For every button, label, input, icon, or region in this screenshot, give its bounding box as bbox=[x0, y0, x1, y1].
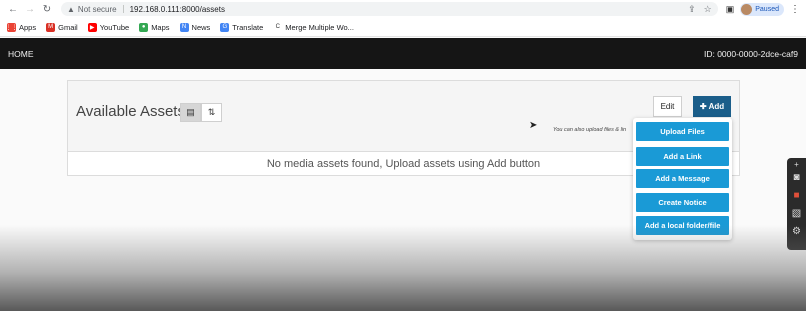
bookmark-item[interactable]: G Translate bbox=[220, 22, 264, 32]
add-link-item[interactable]: Add a Link bbox=[636, 147, 729, 166]
mouse-cursor-icon: ➤ bbox=[529, 120, 538, 131]
profile-button[interactable]: Paused bbox=[740, 2, 784, 16]
sort-view-button[interactable]: ⇅ bbox=[201, 103, 222, 122]
address-divider bbox=[122, 5, 124, 13]
back-arrow-icon[interactable]: ← bbox=[6, 4, 20, 15]
home-link[interactable]: HOME bbox=[8, 49, 34, 59]
settings-gear-icon[interactable]: ⚙ bbox=[792, 222, 801, 240]
bookmark-item[interactable]: ● Maps bbox=[139, 22, 170, 32]
table-view-icon: ▤ bbox=[186, 107, 195, 117]
bookmark-label: Merge Multiple Wo... bbox=[285, 22, 354, 32]
bookmark-label: Gmail bbox=[58, 22, 78, 32]
table-view-button[interactable]: ▤ bbox=[180, 103, 201, 122]
address-bar[interactable]: ▲ Not secure 192.168.0.111:8000/assets ⇪… bbox=[61, 2, 718, 16]
add-message-item[interactable]: Add a Message bbox=[636, 169, 729, 188]
plus-icon[interactable]: + bbox=[794, 160, 799, 169]
video-record-icon[interactable]: ■ bbox=[793, 186, 799, 204]
browser-toolbar: ← → ↻ ▲ Not secure 192.168.0.111:8000/as… bbox=[0, 0, 806, 18]
page-title: Available Assets bbox=[76, 103, 185, 120]
bookmark-label: Apps bbox=[19, 22, 37, 32]
star-icon[interactable]: ☆ bbox=[704, 4, 712, 15]
bookmark-item[interactable]: ▶ YouTube bbox=[87, 22, 130, 32]
camera-icon[interactable]: ◙ bbox=[793, 168, 799, 186]
gallery-icon[interactable]: ▧ bbox=[792, 204, 801, 222]
create-notice-item[interactable]: Create Notice bbox=[636, 193, 729, 212]
add-button[interactable]: ✚ Add bbox=[693, 96, 731, 117]
bookmark-label: Translate bbox=[232, 22, 264, 32]
plus-icon: ✚ bbox=[699, 102, 707, 111]
forward-arrow-icon[interactable]: → bbox=[23, 4, 37, 15]
gmail-icon: M bbox=[46, 22, 56, 32]
url-text[interactable]: 192.168.0.111:8000/assets bbox=[130, 5, 225, 14]
bookmarks-bar: ⋮⋮ Apps M Gmail ▶ YouTube ● Maps N News G Translate… bbox=[0, 18, 806, 37]
bookmark-item[interactable]: M Gmail bbox=[46, 22, 78, 32]
bookmark-label: Maps bbox=[151, 22, 170, 32]
bookmark-item[interactable]: ⋮⋮ Apps bbox=[5, 22, 37, 32]
upload-hint-text: You can also upload files & lin bbox=[553, 127, 627, 133]
sort-order-icon: ⇅ bbox=[207, 107, 216, 117]
view-toggle: ▤ ⇅ bbox=[180, 103, 222, 122]
device-id-label: ID: 0000-0000-2dce-caf9 bbox=[703, 48, 798, 59]
add-dropdown-menu: Upload Files Add a Link Add a Message Creat… bbox=[633, 118, 732, 240]
add-button-label: Add bbox=[708, 102, 725, 111]
bookmark-item[interactable]: C Merge Multiple Wo... bbox=[273, 23, 354, 32]
side-panel-icon[interactable]: ▣ bbox=[726, 4, 735, 15]
add-local-folder-item[interactable]: Add a local folder/file bbox=[636, 216, 729, 235]
upload-files-item[interactable]: Upload Files bbox=[636, 122, 729, 141]
not-secure-label: Not secure bbox=[77, 4, 117, 14]
screen-recorder-toolbar: + ◙ ■ ▧ ⚙ bbox=[787, 158, 806, 250]
profile-status: Paused bbox=[755, 5, 779, 13]
merge-icon: C bbox=[275, 24, 280, 30]
warning-triangle-icon: ▲ bbox=[67, 4, 75, 14]
apps-grid-icon: ⋮⋮ bbox=[5, 22, 18, 32]
share-icon[interactable]: ⇪ bbox=[688, 4, 696, 15]
news-icon: N bbox=[179, 22, 189, 32]
maps-pin-icon: ● bbox=[139, 22, 149, 32]
bookmark-item[interactable]: N News bbox=[179, 22, 211, 32]
avatar bbox=[741, 3, 753, 15]
app-navbar: HOME ID: 0000-0000-2dce-caf9 bbox=[0, 38, 806, 69]
reload-icon[interactable]: ↻ bbox=[40, 4, 54, 15]
bookmark-label: News bbox=[191, 22, 211, 32]
translate-icon: G bbox=[220, 22, 230, 32]
youtube-icon: ▶ bbox=[87, 22, 97, 32]
bookmark-label: YouTube bbox=[99, 22, 130, 32]
kebab-menu-icon[interactable]: ⋮ bbox=[790, 4, 800, 15]
edit-button[interactable]: Edit bbox=[653, 96, 682, 117]
